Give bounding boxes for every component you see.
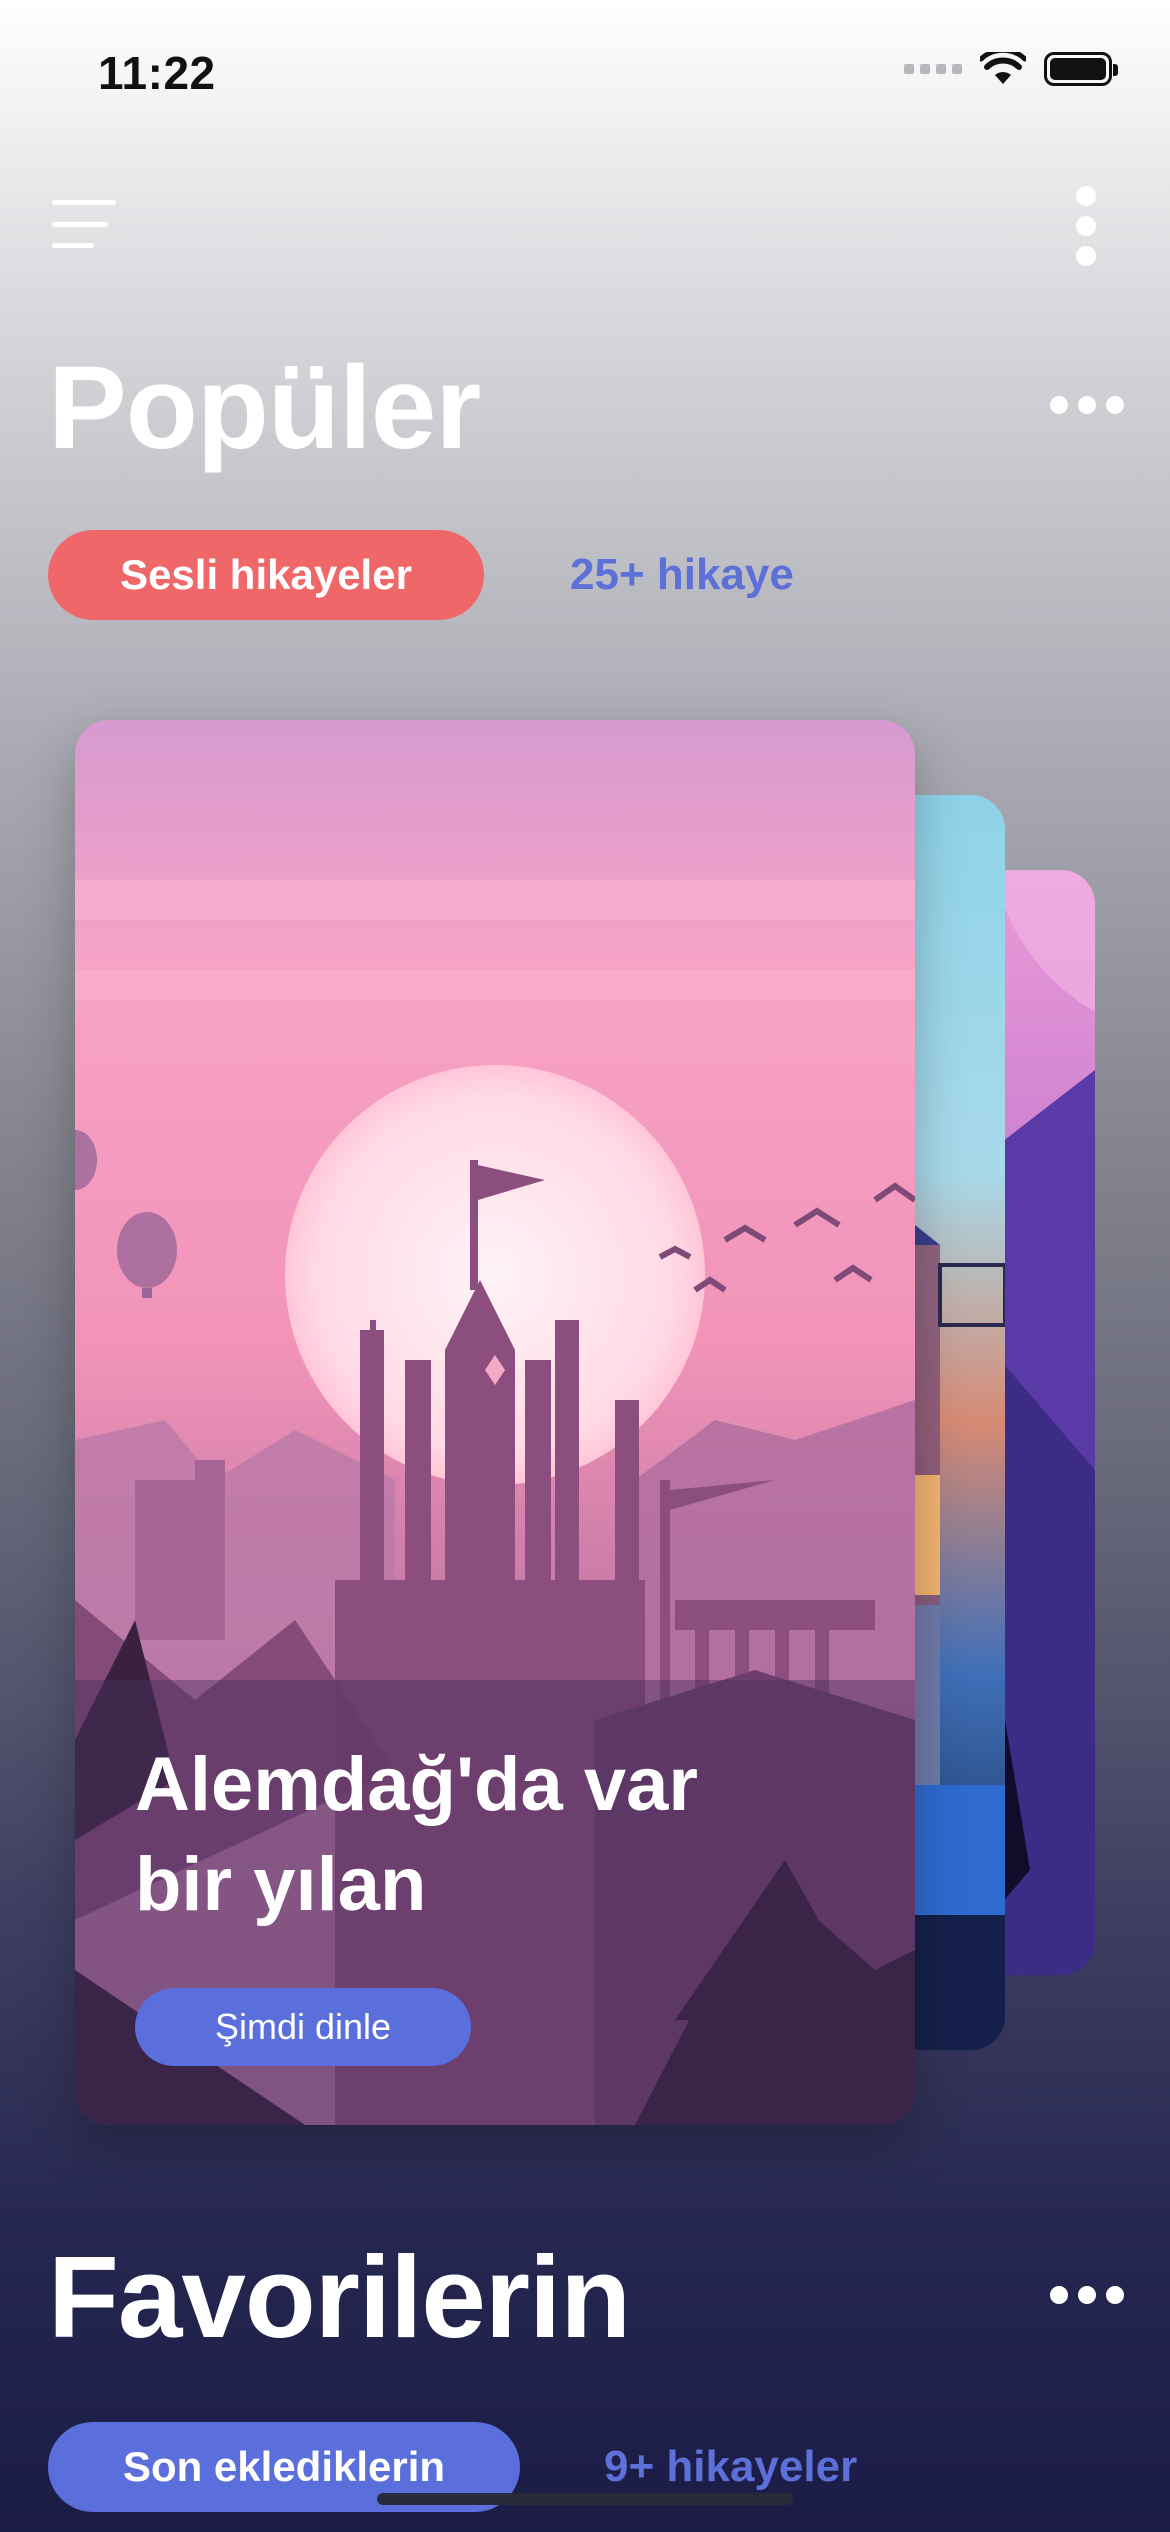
home-indicator[interactable] [377, 2493, 793, 2505]
status-bar: 11:22 [0, 0, 1170, 140]
status-time: 11:22 [98, 47, 216, 99]
kebab-menu-icon[interactable] [1072, 186, 1100, 266]
listen-now-button[interactable]: Şimdi dinle [135, 1988, 471, 2066]
cellular-signal-icon [904, 64, 962, 74]
wifi-icon [980, 52, 1026, 84]
status-icons [904, 52, 1118, 86]
hamburger-menu-icon[interactable] [52, 200, 116, 248]
featured-story-title: Alemdağ'da var bir yılan [135, 1735, 855, 1935]
popular-title: Popüler [48, 342, 481, 474]
popular-more-icon[interactable] [1050, 396, 1124, 414]
audio-stories-tab[interactable]: Sesli hikayeler [48, 530, 484, 620]
favorites-title: Favorilerin [48, 2232, 631, 2362]
popular-count-link[interactable]: 25+ hikaye [570, 550, 794, 600]
favorites-count-link[interactable]: 9+ hikayeler [604, 2442, 857, 2492]
battery-icon [1044, 52, 1118, 86]
featured-story-title-line2: bir yılan [135, 1842, 427, 1927]
featured-story-title-line1: Alemdağ'da var [135, 1742, 698, 1827]
favorites-more-icon[interactable] [1050, 2286, 1124, 2304]
